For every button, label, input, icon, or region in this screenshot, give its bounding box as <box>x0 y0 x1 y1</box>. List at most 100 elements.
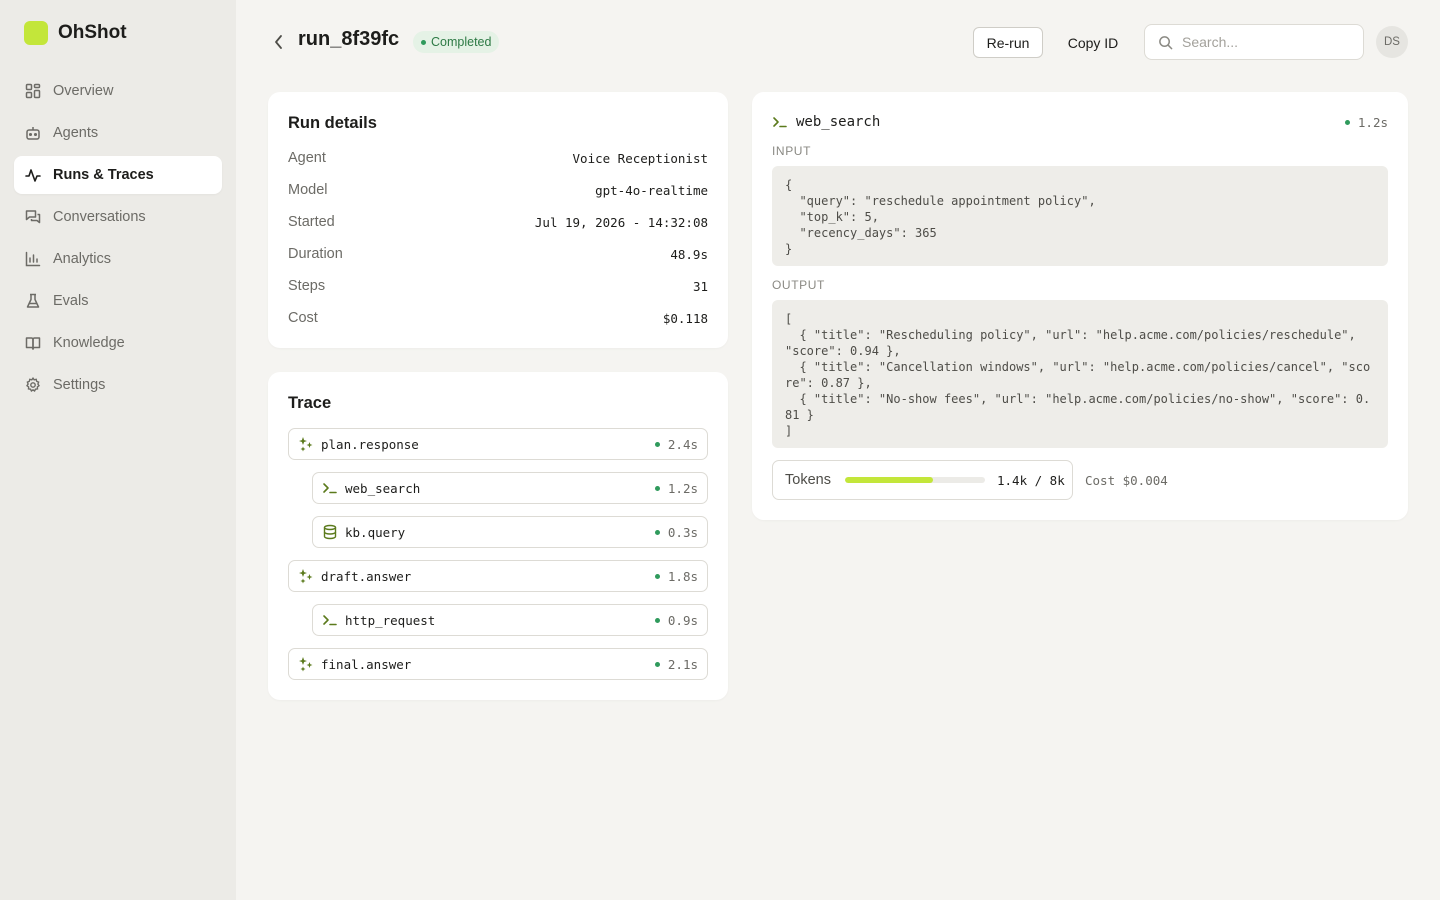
sidebar-item-settings[interactable]: Settings <box>14 366 222 404</box>
detail-value: Jul 19, 2026 - 14:32:08 <box>534 214 708 230</box>
brand[interactable]: OhShot <box>24 21 127 45</box>
detail-label: Duration <box>288 246 343 262</box>
messages-icon <box>25 210 41 224</box>
trace-step-duration: 0.9s <box>654 612 698 628</box>
trace-step-duration-text: 2.1s <box>667 656 698 672</box>
rerun-button[interactable]: Re-run <box>973 27 1043 58</box>
activity-icon <box>25 169 41 182</box>
trace-step-web-search[interactable]: web_search 1.2s <box>312 472 708 504</box>
detail-label: Cost <box>288 310 318 326</box>
gear-icon <box>26 377 40 393</box>
tokens-progress-bar <box>845 477 985 483</box>
status-dot <box>1344 119 1350 125</box>
run-details-card: Run details Agent Voice Receptionist Mod… <box>268 92 728 348</box>
status-dot <box>654 617 660 623</box>
page-title: run_8f39fc <box>298 28 400 50</box>
bar-chart-icon <box>25 251 41 267</box>
sparkle-icon <box>299 657 313 672</box>
flask-icon <box>26 293 40 308</box>
detail-row-started: Started Jul 19, 2026 - 14:32:08 <box>288 212 708 232</box>
step-detail-name: web_search <box>796 114 881 130</box>
brand-logo <box>24 21 48 45</box>
sidebar-item-overview[interactable]: Overview <box>14 72 222 110</box>
detail-label: Steps <box>288 278 326 294</box>
trace-step-name: web_search <box>345 480 421 496</box>
search-input[interactable] <box>1182 34 1342 50</box>
status-dot <box>654 485 660 491</box>
sidebar-item-runs-traces[interactable]: Runs & Traces <box>14 156 222 194</box>
sparkle-icon <box>299 569 313 584</box>
status-dot <box>654 573 660 579</box>
trace-step-duration-text: 0.9s <box>667 612 698 628</box>
sidebar-item-agents[interactable]: Agents <box>14 114 222 152</box>
detail-row-steps: Steps 31 <box>288 276 708 296</box>
back-button[interactable] <box>268 30 290 54</box>
detail-row-cost: Cost $0.118 <box>288 308 708 328</box>
detail-value: 31 <box>692 278 708 294</box>
detail-value: 48.9s <box>670 246 708 262</box>
sidebar-item-analytics[interactable]: Analytics <box>14 240 222 278</box>
output-code-block: [ { "title": "Rescheduling policy", "url… <box>772 300 1388 448</box>
grid-icon <box>25 83 41 99</box>
trace-step-final-answer[interactable]: final.answer 2.1s <box>288 648 708 680</box>
detail-value: gpt-4o-realtime <box>595 182 708 198</box>
trace-step-duration-text: 1.2s <box>667 480 698 496</box>
book-icon <box>25 337 41 350</box>
trace-card: Trace plan.response 2.4s web_search 1.2s… <box>268 372 728 700</box>
trace-step-draft-answer[interactable]: draft.answer 1.8s <box>288 560 708 592</box>
status-dot <box>654 529 660 535</box>
trace-step-kb-query[interactable]: kb.query 0.3s <box>312 516 708 548</box>
step-detail-duration: 1.2s <box>1344 114 1388 130</box>
trace-step-duration-text: 0.3s <box>667 524 698 540</box>
detail-label: Model <box>288 182 328 198</box>
sidebar-item-label: Settings <box>53 377 106 393</box>
detail-row-agent: Agent Voice Receptionist <box>288 148 708 168</box>
detail-value: Voice Receptionist <box>572 150 708 166</box>
search-icon <box>1159 35 1173 49</box>
trace-step-name: final.answer <box>321 656 412 672</box>
sidebar: OhShot Overview Agents Runs & Traces Con… <box>0 0 236 900</box>
step-detail-header: web_search 1.2s <box>772 112 1388 132</box>
detail-label: Started <box>288 214 335 230</box>
trace-title: Trace <box>288 394 332 412</box>
search-box[interactable] <box>1144 24 1364 60</box>
trace-step-name: draft.answer <box>321 568 412 584</box>
trace-step-duration-text: 1.8s <box>667 568 698 584</box>
terminal-icon <box>323 483 337 494</box>
sidebar-item-evals[interactable]: Evals <box>14 282 222 320</box>
trace-step-duration: 1.2s <box>654 480 698 496</box>
sidebar-item-label: Overview <box>53 83 114 99</box>
tokens-value: 1.4k / 8k <box>997 472 1065 488</box>
trace-step-name: plan.response <box>321 436 419 452</box>
sidebar-item-label: Knowledge <box>53 335 125 351</box>
terminal-icon <box>323 615 337 626</box>
trace-step-plan-response[interactable]: plan.response 2.4s <box>288 428 708 460</box>
input-label: INPUT <box>772 144 811 158</box>
terminal-icon <box>773 117 787 128</box>
avatar[interactable]: DS <box>1376 26 1408 58</box>
step-detail-duration-text: 1.2s <box>1357 114 1388 130</box>
copy-id-button[interactable]: Copy ID <box>1056 27 1130 58</box>
brand-name: OhShot <box>58 22 127 43</box>
trace-step-duration: 2.1s <box>654 656 698 672</box>
sidebar-item-label: Agents <box>53 125 99 141</box>
tokens-progress-fill <box>845 477 934 483</box>
sidebar-item-conversations[interactable]: Conversations <box>14 198 222 236</box>
output-label: OUTPUT <box>772 278 825 292</box>
status-dot <box>421 39 426 45</box>
tokens-usage: Tokens 1.4k / 8k <box>772 460 1073 500</box>
status-badge: Completed <box>413 31 500 53</box>
sidebar-item-label: Evals <box>53 293 89 309</box>
sparkle-icon <box>299 437 313 452</box>
trace-step-http-request[interactable]: http_request 0.9s <box>312 604 708 636</box>
chevron-left-icon <box>275 35 282 49</box>
trace-step-name: http_request <box>345 612 436 628</box>
status-dot <box>654 441 660 447</box>
database-icon <box>323 524 337 540</box>
detail-row-duration: Duration 48.9s <box>288 244 708 264</box>
sidebar-item-knowledge[interactable]: Knowledge <box>14 324 222 362</box>
detail-label: Agent <box>288 150 326 166</box>
trace-step-name: kb.query <box>345 524 406 540</box>
tokens-label: Tokens <box>785 472 831 488</box>
sidebar-nav: Overview Agents Runs & Traces Conversati… <box>14 72 222 408</box>
